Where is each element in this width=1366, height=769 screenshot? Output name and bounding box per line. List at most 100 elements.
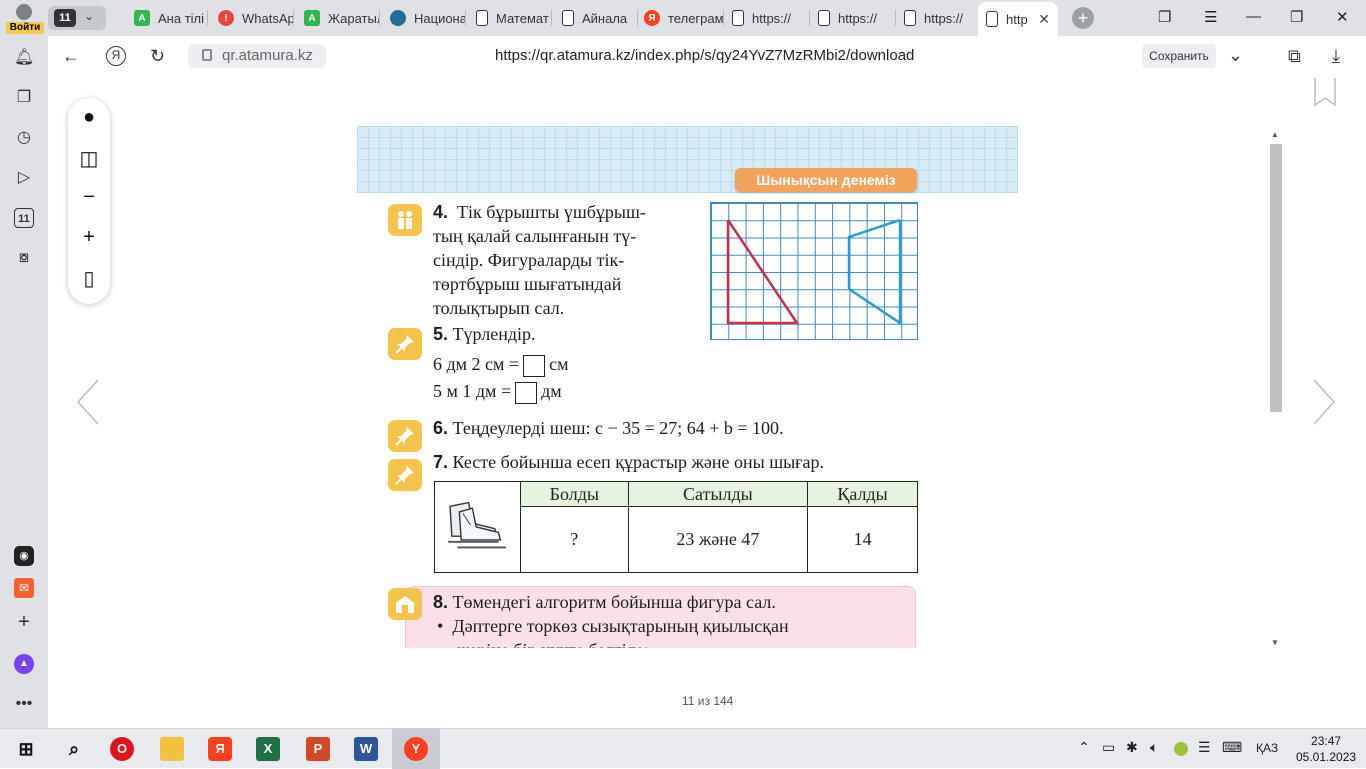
green-a-icon: A	[304, 10, 320, 26]
tab-10[interactable]: https://	[898, 4, 982, 32]
bookmark-icon[interactable]	[1314, 78, 1336, 107]
pdf-page: Шынықсын денеміз 4. Тік бұрышты үшбұрыш-…	[357, 126, 1018, 648]
home-task-icon	[388, 588, 422, 620]
tab-count-button[interactable]: 11 ⌄	[48, 6, 106, 30]
task-text: толықтырып сал.	[433, 298, 565, 318]
collections-icon[interactable]: ❐	[1158, 8, 1171, 26]
mail-icon[interactable]: ✉	[14, 578, 34, 598]
clock[interactable]: 23:47 05.01.2023	[1296, 733, 1356, 765]
table-header: Қалды	[807, 481, 918, 507]
tab-4[interactable]: Национал	[382, 4, 466, 32]
chevron-down-icon[interactable]: ⌄	[1228, 45, 1243, 66]
bell-icon[interactable]: 🔔︎	[14, 48, 34, 68]
answer-box	[515, 381, 538, 404]
app-tray-icon[interactable]	[1174, 742, 1188, 756]
grid-figure	[710, 202, 918, 340]
tab-6[interactable]: Айнала	[554, 4, 638, 32]
tab-9[interactable]: https://	[812, 4, 896, 32]
task-title: Түрлендір.	[452, 324, 536, 344]
tab-active[interactable]: http ✕	[978, 2, 1058, 36]
tab-7[interactable]: Я телеграм	[640, 4, 724, 32]
history-icon[interactable]: ◷	[14, 128, 34, 148]
prev-page-button[interactable]	[76, 378, 100, 426]
word-icon[interactable]: W	[354, 737, 378, 761]
search-icon[interactable]: ⌕	[62, 737, 86, 761]
equation-left: 5 м 1 дм =	[433, 380, 512, 401]
windows-start-icon[interactable]: ⊞	[14, 737, 38, 761]
scrollbar[interactable]: ▲ ▼	[1270, 130, 1284, 648]
notifications-icon[interactable]: ☰	[1198, 739, 1211, 756]
download-icon[interactable]: ⤓	[1332, 46, 1340, 67]
close-window-icon[interactable]: ✕	[1336, 8, 1349, 26]
task-text: Төмендегі алгоритм бойынша фигура сал.	[452, 592, 776, 612]
tab-8[interactable]: https://	[726, 4, 810, 32]
yandex-icon[interactable]: Я	[208, 737, 232, 761]
file-explorer-icon[interactable]	[160, 737, 184, 761]
minimize-icon[interactable]: —	[1246, 8, 1261, 25]
skates-image-cell	[434, 481, 521, 573]
new-tab-button[interactable]: +	[1072, 7, 1094, 29]
tab-1[interactable]: A Ана тілі	[124, 4, 208, 32]
table-header: Сатылды	[627, 481, 809, 507]
chevron-up-icon[interactable]: ⌃	[1078, 739, 1090, 756]
opera-icon[interactable]: O	[110, 737, 134, 761]
back-icon[interactable]: ←	[62, 46, 80, 67]
document-icon	[476, 10, 488, 26]
url-field[interactable]: https://qr.atamura.kz/index.php/s/qy24Yv…	[495, 47, 914, 64]
add-icon[interactable]: +	[14, 612, 34, 632]
yandex-logo-icon[interactable]: Я	[106, 46, 126, 66]
save-button[interactable]: Сохранить	[1142, 44, 1216, 68]
close-tab-icon[interactable]: ✕	[1038, 11, 1050, 28]
two-page-icon[interactable]: ◫	[68, 146, 110, 171]
tab-label: https://	[924, 10, 964, 26]
screenshot-icon[interactable]: ⧇	[14, 248, 34, 268]
excel-icon[interactable]: X	[256, 737, 280, 761]
scroll-down-icon[interactable]: ▼	[1271, 638, 1279, 647]
tab-label: Айнала	[582, 10, 628, 26]
equation-unit: дм	[541, 380, 562, 401]
powerpoint-icon[interactable]: P	[306, 737, 330, 761]
task-number: 6.	[433, 418, 449, 438]
taskbar: ⊞ ⌕ O Я X P W Y ⌃ ▭ ✱ 🔈︎ ☰ ⌨ ҚАЗ 23:47 0…	[0, 728, 1366, 769]
alice-camera-icon[interactable]: ◉	[14, 546, 34, 566]
fit-page-icon[interactable]: ▯	[68, 266, 110, 291]
more-icon[interactable]: •••	[14, 694, 34, 714]
tab-label: Ана тілі	[158, 10, 205, 26]
zoom-in-icon[interactable]: +	[68, 226, 110, 249]
tab-2[interactable]: ! WhatsApp	[210, 4, 294, 32]
battery-icon[interactable]: ▭	[1102, 739, 1115, 756]
next-page-button[interactable]	[1312, 378, 1336, 426]
tab-label: Математ	[496, 10, 549, 26]
play-icon[interactable]: ▷	[14, 168, 34, 188]
restore-icon[interactable]: ❐	[1290, 8, 1303, 26]
green-a-icon: A	[134, 10, 150, 26]
alice-icon[interactable]: ▲	[14, 654, 34, 674]
national-icon	[390, 10, 406, 26]
reload-icon[interactable]: ↻	[150, 46, 165, 67]
tab-label: WhatsApp	[242, 10, 294, 26]
tab-3[interactable]: A Жаратылыс	[296, 4, 380, 32]
task-5: 5. Түрлендір. 6 дм 2 см = см 5 м 1 дм = дм	[433, 322, 568, 404]
volume-icon[interactable]: 🔈︎	[1150, 739, 1158, 756]
tab-count: 11	[54, 9, 76, 27]
menu-icon[interactable]: ☰	[1204, 8, 1217, 26]
task-text: сіндір. Фигураларды тік-	[433, 250, 625, 270]
keyboard-icon[interactable]: ⌨	[1222, 739, 1242, 756]
language-indicator[interactable]: ҚАЗ	[1256, 741, 1278, 755]
extensions-icon[interactable]: ⧉	[1288, 46, 1301, 67]
scroll-up-icon[interactable]: ▲	[1271, 130, 1279, 139]
tab-5[interactable]: Математ	[468, 4, 552, 32]
tab-label: Жаратылыс	[328, 10, 380, 26]
tabs-count-icon[interactable]: 11	[14, 208, 34, 228]
scroll-thumb[interactable]	[1270, 144, 1282, 412]
login-label: Войти	[6, 22, 44, 34]
yandex-browser-icon[interactable]: Y	[404, 737, 428, 761]
zoom-out-icon[interactable]: −	[68, 186, 110, 209]
network-icon[interactable]: ✱	[1126, 739, 1138, 756]
page-indicator: 11 из 144	[682, 694, 734, 708]
collections-icon[interactable]: ❐	[14, 88, 34, 108]
dot-icon[interactable]: ●	[68, 106, 110, 129]
task-number: 7.	[433, 452, 449, 472]
profile-button[interactable]: Войти	[6, 2, 44, 34]
domain-pill[interactable]: qr.atamura.kz	[188, 44, 326, 68]
